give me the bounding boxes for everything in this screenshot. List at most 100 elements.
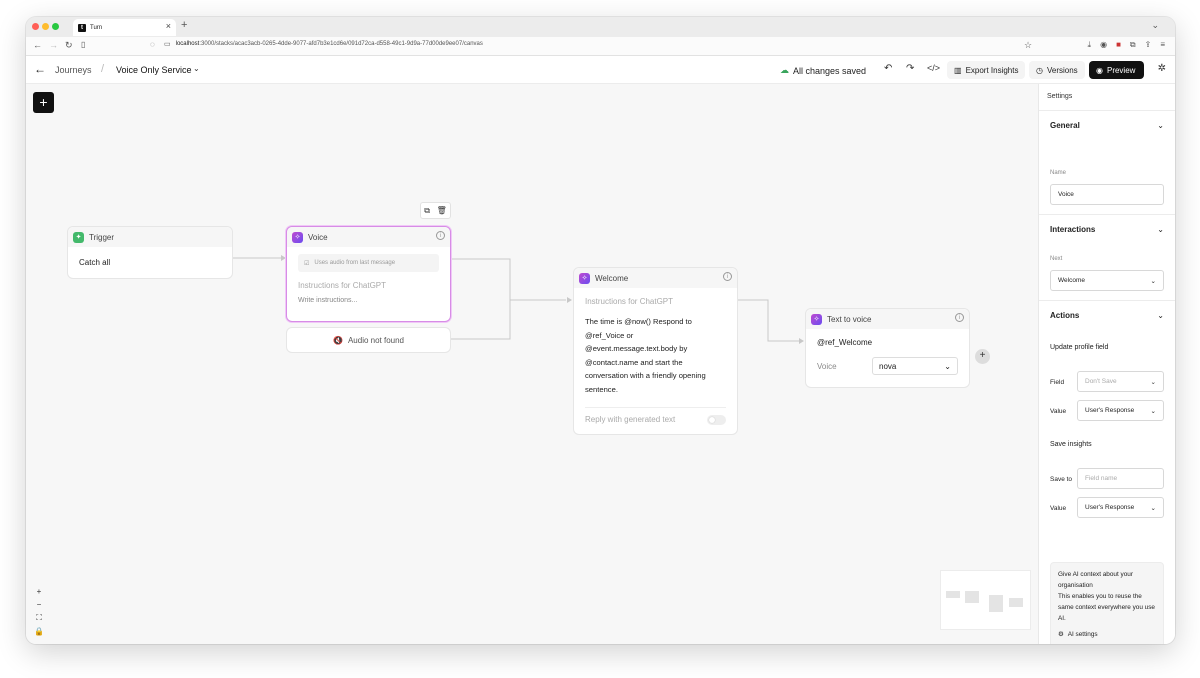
ai-sparkle-icon: ✧ (811, 313, 822, 325)
field-placeholder: Don't Save (1085, 378, 1117, 385)
tab-list-chevron-icon[interactable]: ⌄ (1151, 20, 1159, 31)
mute-icon: 🔇 (332, 335, 343, 345)
value-select[interactable]: User's Response ⌄ (1077, 400, 1164, 421)
trigger-icon: ✦ (73, 231, 84, 243)
trigger-title: Trigger (89, 232, 115, 242)
preview-button[interactable]: ◉ Preview (1089, 61, 1144, 79)
add-next-node-button[interactable]: + (975, 349, 990, 364)
puzzle-icon[interactable]: ⧉ (1130, 40, 1136, 50)
minimap[interactable] (940, 570, 1031, 630)
tts-ref: @ref_Welcome (817, 338, 873, 347)
url-host: localhost (175, 41, 200, 47)
name-input[interactable]: Voice (1050, 184, 1164, 205)
save-to-placeholder: Field name (1085, 475, 1118, 482)
new-tab-icon[interactable]: + (181, 19, 187, 31)
url-field[interactable]: ▭ localhost:3000/stacks/acac3acb-0265-4d… (164, 40, 483, 48)
welcome-instructions-label: Instructions for ChatGPT (585, 297, 674, 306)
next-select[interactable]: Welcome ⌄ (1050, 270, 1164, 291)
sidebar-icon[interactable]: ▯ (81, 40, 85, 49)
browser-tab[interactable]: t Turn × (73, 19, 176, 36)
chevron-down-icon[interactable]: ⌄ (193, 64, 200, 73)
general-header-label: General (1050, 121, 1080, 130)
ai-card-body: This enables you to reuse the same conte… (1058, 593, 1155, 622)
zoom-in-icon[interactable]: + (34, 587, 44, 596)
code-icon[interactable]: </> (927, 63, 940, 73)
chevron-down-icon: ⌄ (1157, 311, 1164, 320)
reload-icon[interactable]: ↻ (65, 40, 73, 51)
voice-node[interactable]: ✧ Voice i ☑ Uses audio from last message… (286, 226, 451, 322)
share-icon[interactable]: ⇪ (1145, 40, 1152, 50)
maximize-window-button[interactable] (52, 23, 59, 30)
welcome-node[interactable]: ✧ Welcome i Instructions for ChatGPT The… (573, 267, 738, 435)
pocket-icon[interactable]: ■ (1116, 40, 1121, 50)
lock-icon[interactable]: 🔒 (34, 627, 44, 636)
audio-not-found-branch[interactable]: 🔇 Audio not found (286, 327, 451, 353)
reply-toggle-row: Reply with generated text (585, 414, 726, 425)
shield-icon[interactable]: ◌ (150, 40, 155, 49)
interactions-section-header[interactable]: Interactions ⌄ (1039, 214, 1175, 244)
duplicate-icon[interactable]: ⧉ (424, 206, 430, 216)
close-window-button[interactable] (32, 23, 39, 30)
field-select[interactable]: Don't Save ⌄ (1077, 371, 1164, 392)
info-icon[interactable]: i (723, 272, 732, 281)
export-insights-button[interactable]: ▥ Export Insights (947, 61, 1026, 79)
journey-canvas[interactable]: + ✦ Trigger Catch all ⧉ 🗑 ✧ Voice i ☑ Us… (26, 84, 1038, 644)
name-value: Voice (1058, 191, 1074, 198)
audio-source-box: ☑ Uses audio from last message (298, 254, 439, 272)
download-icon[interactable]: ⤓ (1088, 40, 1092, 50)
settings-panel: Settings General ⌄ Name Voice Interactio… (1038, 84, 1175, 644)
voice-select[interactable]: nova ⌄ (872, 357, 958, 375)
tts-voice-row: Voice nova ⌄ (817, 357, 958, 375)
general-section-header[interactable]: General ⌄ (1039, 110, 1175, 140)
extension-icon[interactable]: ◉ (1100, 40, 1107, 50)
back-icon[interactable]: ← (33, 40, 42, 50)
welcome-title: Welcome (595, 273, 629, 283)
redo-icon[interactable]: ↷ (906, 63, 914, 74)
app-header: ← Journeys / Voice Only Service ⌄ ☁ All … (26, 56, 1175, 84)
reply-toggle[interactable] (707, 414, 726, 425)
minimap-node (989, 595, 1003, 612)
chevron-down-icon: ⌄ (1157, 225, 1164, 234)
trash-icon[interactable]: 🗑 (437, 206, 447, 215)
trigger-node[interactable]: ✦ Trigger Catch all (67, 226, 233, 279)
versions-button[interactable]: ◷ Versions (1029, 61, 1085, 79)
trigger-node-header: ✦ Trigger (68, 227, 232, 247)
bug-icon[interactable]: ✲ (1158, 63, 1166, 74)
breadcrumb-journeys[interactable]: Journeys (55, 65, 92, 75)
actions-section-header[interactable]: Actions ⌄ (1039, 300, 1175, 330)
history-icon: ◷ (1036, 65, 1043, 75)
checkbox-icon: ☑ (304, 260, 310, 267)
chevron-down-icon: ⌄ (1157, 121, 1164, 130)
bookmark-star-icon[interactable]: ☆ (1024, 40, 1032, 51)
address-bar: ← → ↻ ▯ ◌ ▭ localhost:3000/stacks/acac3a… (26, 37, 1175, 56)
trigger-body: Catch all (79, 258, 111, 267)
forward-icon[interactable]: → (49, 40, 58, 50)
zoom-controls: + − ⛶ 🔒 (34, 587, 44, 636)
reply-label: Reply with generated text (585, 415, 676, 425)
value-label: Value (1050, 408, 1067, 415)
minimize-window-button[interactable] (42, 23, 49, 30)
value2-select[interactable]: User's Response ⌄ (1077, 497, 1164, 518)
chevron-down-icon: ⌄ (1150, 277, 1156, 285)
info-icon[interactable]: i (436, 231, 445, 240)
ai-settings-button[interactable]: ⚙ AI settings (1058, 629, 1156, 640)
save-status: ☁ All changes saved (780, 65, 866, 76)
zoom-out-icon[interactable]: − (34, 600, 44, 609)
voice-instructions-label: Instructions for ChatGPT (298, 281, 387, 290)
voice-title: Voice (308, 232, 328, 242)
next-value: Welcome (1058, 277, 1085, 284)
back-arrow-icon[interactable]: ← (34, 62, 46, 76)
fit-view-icon[interactable]: ⛶ (34, 613, 44, 623)
voice-instructions-input[interactable]: Write instructions... (298, 297, 439, 304)
menu-icon[interactable]: ≡ (1160, 40, 1165, 50)
close-tab-icon[interactable]: × (166, 21, 171, 31)
info-icon[interactable]: i (955, 313, 964, 322)
text-to-voice-node[interactable]: ✧ Text to voice i @ref_Welcome Voice nov… (805, 308, 970, 388)
welcome-instructions-text[interactable]: The time is @now() Respond to @ref_Voice… (585, 315, 726, 397)
browser-tab-bar: t Turn × + ⌄ (26, 17, 1175, 37)
name-label: Name (1050, 170, 1067, 176)
save-to-input[interactable]: Field name (1077, 468, 1164, 489)
breadcrumb-separator: / (101, 63, 105, 75)
breadcrumb-current[interactable]: Voice Only Service (116, 65, 192, 75)
undo-icon[interactable]: ↶ (884, 63, 892, 74)
